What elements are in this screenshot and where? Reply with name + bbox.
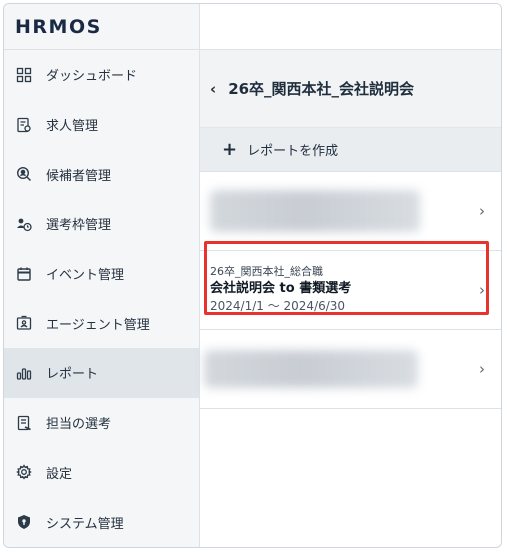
report-list-item[interactable]: › [200, 172, 501, 251]
create-report-label: レポートを作成 [247, 144, 339, 159]
blurred-content [210, 190, 420, 232]
sidebar-item-assigned-selection[interactable]: 担当の選考 [4, 398, 199, 448]
candidate-search-icon [16, 166, 32, 182]
plus-icon: + [222, 138, 238, 160]
sidebar-item-label: ダッシュボード [46, 69, 138, 85]
calendar-icon [16, 266, 32, 282]
sidebar-item-events[interactable]: イベント管理 [4, 249, 199, 299]
sidebar-item-selection-slots[interactable]: 選考枠管理 [4, 199, 199, 249]
sidebar-nav: ダッシュボード 求人管理 候補者管理 選考枠管理 イベント管理 エージェント管理… [4, 50, 199, 547]
sidebar-item-settings[interactable]: 設定 [4, 448, 199, 498]
job-document-icon [16, 117, 32, 133]
sidebar-item-dashboard[interactable]: ダッシュボード [4, 50, 199, 100]
sidebar-item-label: 候補者管理 [46, 168, 112, 184]
hrmos-logo[interactable]: HRMOS [15, 16, 102, 38]
page-title: 26卒_関西本社_会社説明会 [228, 80, 415, 98]
sidebar-item-label: 担当の選考 [46, 417, 112, 433]
report-title: 会社説明会 to 書類選考 [210, 281, 352, 296]
panel-header: ‹ 26卒_関西本社_会社説明会 [200, 50, 501, 128]
bar-chart-icon [16, 365, 32, 381]
agent-card-icon [16, 315, 32, 331]
sidebar-item-label: エージェント管理 [46, 317, 150, 333]
create-report-button[interactable]: + レポートを作成 [200, 128, 501, 172]
sidebar-item-label: 選考枠管理 [46, 218, 112, 234]
sidebar-item-candidates[interactable]: 候補者管理 [4, 149, 199, 199]
sidebar-item-label: レポート [46, 367, 99, 383]
dashboard-icon [16, 67, 32, 83]
sidebar-item-system-admin[interactable]: システム管理 [4, 497, 199, 547]
sidebar-item-label: 求人管理 [46, 119, 99, 135]
chevron-right-icon: › [479, 202, 485, 220]
shield-icon [16, 514, 32, 530]
people-clock-icon [16, 216, 32, 232]
sidebar-item-reports[interactable]: レポート [4, 348, 199, 398]
report-list-item[interactable]: › [200, 330, 501, 409]
blurred-content [204, 350, 418, 388]
logo-bar: HRMOS [4, 4, 199, 50]
sidebar: HRMOS ダッシュボード 求人管理 候補者管理 選考枠管理 イベント管理 エー… [4, 4, 200, 547]
back-chevron-icon[interactable]: ‹ [210, 80, 216, 98]
report-date-range: 2024/1/1 ～ 2024/6/30 [210, 299, 346, 313]
report-subtitle: 26卒_関西本社_総合職 [210, 265, 323, 278]
report-list-item[interactable]: 26卒_関西本社_総合職 会社説明会 to 書類選考 2024/1/1 ～ 20… [200, 251, 501, 330]
sidebar-item-label: イベント管理 [46, 268, 125, 284]
chevron-right-icon: › [479, 360, 485, 378]
report-item-text: 26卒_関西本社_総合職 会社説明会 to 書類選考 2024/1/1 ～ 20… [210, 265, 351, 314]
top-bar [200, 4, 501, 50]
sidebar-item-label: 設定 [46, 466, 73, 482]
chevron-right-icon: › [479, 281, 485, 299]
sidebar-item-agents[interactable]: エージェント管理 [4, 298, 199, 348]
gear-icon [16, 464, 32, 481]
assigned-doc-icon [16, 415, 32, 431]
app-frame: HRMOS ダッシュボード 求人管理 候補者管理 選考枠管理 イベント管理 エー… [3, 3, 502, 548]
sidebar-item-label: システム管理 [46, 516, 124, 532]
sidebar-item-jobs[interactable]: 求人管理 [4, 100, 199, 150]
report-panel: ‹ 26卒_関西本社_会社説明会 + レポートを作成 › 26卒_関西本社_総合… [200, 4, 501, 547]
